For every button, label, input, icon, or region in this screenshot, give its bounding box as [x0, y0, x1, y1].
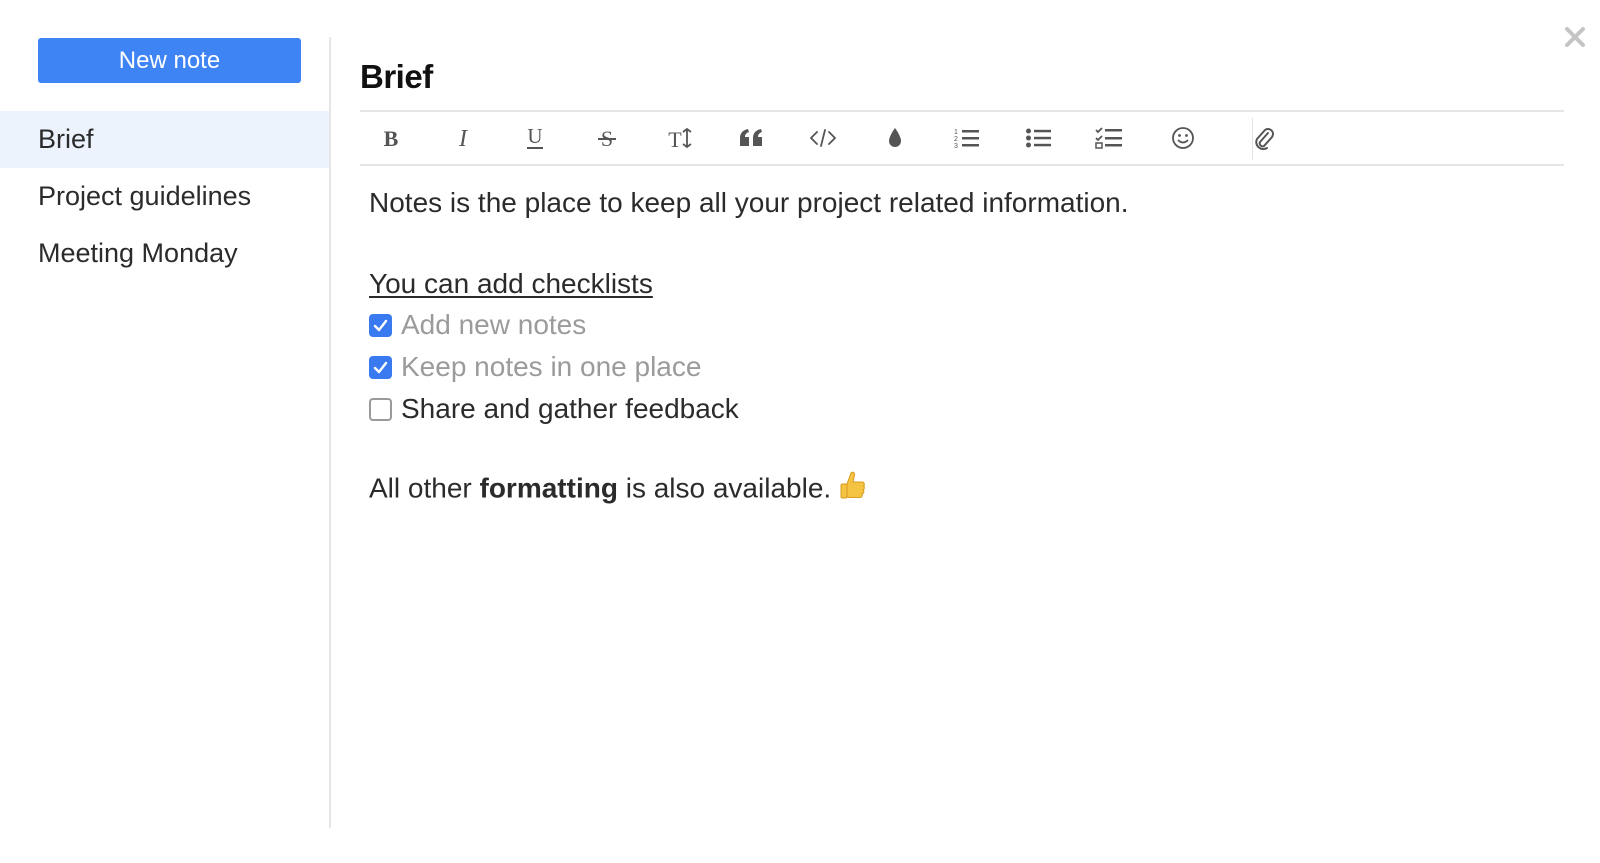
formatting-toolbar: B I U S T 123: [360, 110, 1564, 166]
checkmark-icon: [373, 361, 388, 373]
attachment-icon: [1255, 128, 1274, 150]
bold-icon: B: [384, 127, 399, 149]
svg-text:2: 2: [954, 136, 958, 143]
underline-button[interactable]: U: [511, 112, 559, 164]
italic-icon: I: [458, 127, 468, 149]
note-item-meeting-monday[interactable]: Meeting Monday: [0, 225, 329, 282]
ordered-list-icon: 123: [954, 129, 979, 149]
checklist-icon: [1095, 127, 1122, 149]
outro-bold-text: formatting: [479, 472, 618, 504]
text-color-button[interactable]: [871, 112, 919, 164]
note-body[interactable]: Notes is the place to keep all your proj…: [369, 186, 1549, 504]
checklist-button[interactable]: [1085, 112, 1133, 164]
text-size-button[interactable]: T: [655, 112, 703, 164]
quote-button[interactable]: [727, 112, 775, 164]
ordered-list-button[interactable]: 123: [943, 112, 991, 164]
attachment-button[interactable]: [1240, 112, 1288, 164]
note-item-brief[interactable]: Brief: [0, 111, 329, 168]
bold-button[interactable]: B: [367, 112, 415, 164]
checklist-item-label: Keep notes in one place: [401, 351, 702, 382]
note-item-project-guidelines[interactable]: Project guidelines: [0, 168, 329, 225]
checklist-item: Keep notes in one place: [369, 346, 1549, 388]
underline-icon: U: [527, 126, 543, 149]
svg-text:B: B: [384, 127, 399, 149]
text-size-icon: T: [668, 127, 692, 149]
thumbs-up-icon: [837, 470, 867, 510]
svg-text:1: 1: [954, 129, 958, 136]
checkbox-unchecked[interactable]: [369, 397, 392, 421]
emoji-button[interactable]: [1159, 112, 1207, 164]
color-drop-icon: [889, 128, 901, 147]
bullet-list-icon: [1026, 128, 1051, 148]
svg-text:T: T: [668, 127, 682, 149]
close-icon: [1565, 27, 1585, 47]
outro-text: All other: [369, 472, 480, 504]
strikethrough-icon: S: [598, 127, 616, 149]
notes-sidebar: New note Brief Project guidelines Meetin…: [0, 0, 330, 863]
checklist-item: Add new notes: [369, 304, 1549, 346]
checkbox-checked[interactable]: [369, 355, 392, 379]
svg-text:I: I: [458, 127, 468, 149]
checklist-heading: You can add checklists: [369, 268, 653, 299]
code-button[interactable]: [799, 112, 847, 164]
sidebar-divider: [329, 37, 331, 828]
italic-button[interactable]: I: [439, 112, 487, 164]
checkmark-icon: [373, 319, 388, 331]
svg-text:U: U: [527, 126, 542, 148]
intro-paragraph: Notes is the place to keep all your proj…: [369, 187, 1129, 218]
bullet-list-button[interactable]: [1015, 112, 1063, 164]
outro-paragraph: All other formatting is also available.: [369, 470, 1549, 504]
emoji-icon: [1172, 127, 1194, 149]
note-list: Brief Project guidelines Meeting Monday: [0, 111, 329, 282]
checklist-item-label: Share and gather feedback: [401, 393, 739, 424]
svg-text:3: 3: [954, 143, 958, 149]
code-icon: [810, 129, 836, 147]
note-title[interactable]: Brief: [360, 58, 433, 96]
note-editor: Brief B I U S T 123: [360, 0, 1564, 863]
checklist-item: Share and gather feedback: [369, 388, 1549, 430]
quote-icon: [740, 129, 762, 146]
strikethrough-button[interactable]: S: [583, 112, 631, 164]
checkbox-checked[interactable]: [369, 313, 392, 337]
outro-text-end: is also available.: [617, 472, 832, 504]
checklist-item-label: Add new notes: [401, 309, 587, 340]
new-note-button[interactable]: New note: [38, 38, 301, 83]
